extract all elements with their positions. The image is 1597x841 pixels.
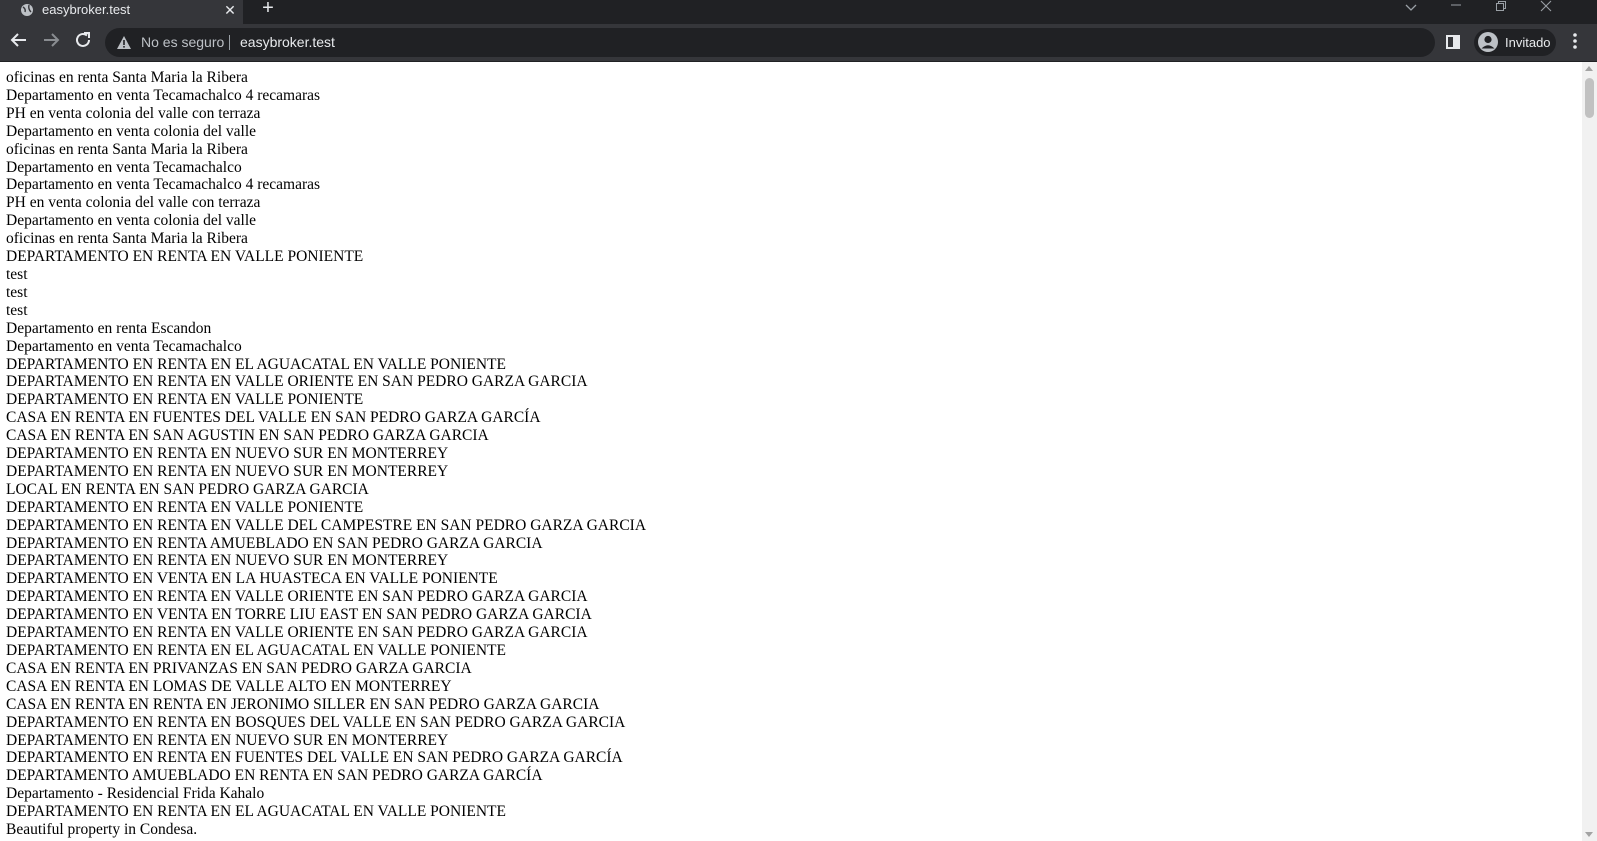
property-title: DEPARTAMENTO EN RENTA EN NUEVO SUR EN MO… [6, 552, 449, 570]
property-title: DEPARTAMENTO EN RENTA EN FUENTES DEL VAL… [6, 749, 623, 767]
property-title: CASA EN RENTA EN SAN AGUSTIN EN SAN PEDR… [6, 427, 489, 445]
property-title: PH en venta colonia del valle con terraz… [6, 104, 261, 122]
new-tab-button[interactable]: + [259, 0, 277, 18]
property-title: oficinas en renta Santa Maria la Ribera [6, 69, 248, 86]
property-title: PH en venta colonia del valle con terraz… [6, 194, 261, 212]
property-list: oficinas en renta Santa Maria la Ribera D… [6, 69, 646, 839]
property-title: Departamento en venta colonia del valle [6, 212, 257, 230]
property-title: DEPARTAMENTO AMUEBLADO EN RENTA EN SAN P… [6, 767, 543, 785]
close-window-icon[interactable] [1539, 0, 1553, 20]
property-title: Departamento en venta Tecamachalco 4 rec… [6, 86, 321, 104]
scroll-up-icon[interactable] [1585, 66, 1593, 71]
address-separator [229, 35, 230, 50]
property-title: DEPARTAMENTO EN RENTA EN EL AGUACATAL EN… [6, 803, 506, 821]
property-title: DEPARTAMENTO EN RENTA EN EL AGUACATAL EN… [6, 355, 506, 373]
property-title: DEPARTAMENTO EN RENTA EN BOSQUES DEL VAL… [6, 713, 626, 731]
property-title: Departamento en venta Tecamachalco 4 rec… [6, 176, 321, 194]
profile-button[interactable]: Invitado [1474, 29, 1556, 56]
property-title: DEPARTAMENTO EN VENTA EN TORRE LIU EAST … [6, 606, 592, 624]
globe-icon [19, 3, 35, 19]
property-title: Departamento en venta Tecamachalco [6, 158, 242, 176]
property-title: Departamento en renta Escandon [6, 319, 212, 337]
tab-title: easybroker.test [42, 2, 131, 17]
property-title: CASA EN RENTA EN PRIVANZAS EN SAN PEDRO … [6, 659, 472, 677]
kebab-menu-icon[interactable] [1566, 32, 1584, 54]
property-title: DEPARTAMENTO EN RENTA EN VALLE PONIENTE [6, 248, 364, 266]
close-tab-icon[interactable]: ✕ [222, 1, 238, 19]
url-text[interactable]: easybroker.test [240, 34, 335, 51]
property-title: DEPARTAMENTO EN RENTA EN VALLE PONIENTE [6, 391, 364, 409]
address-bar[interactable]: No es seguro easybroker.test [105, 28, 1435, 57]
property-title: Departamento en venta Tecamachalco [6, 337, 242, 355]
property-title: DEPARTAMENTO EN RENTA EN NUEVO SUR EN MO… [6, 445, 449, 463]
tab-strip: easybroker.test ✕ + [0, 0, 1597, 24]
scroll-down-icon[interactable] [1585, 832, 1593, 837]
property-title: CASA EN RENTA EN FUENTES DEL VALLE EN SA… [6, 409, 541, 427]
minimize-icon[interactable] [1449, 0, 1463, 20]
property-title: oficinas en renta Santa Maria la Ribera [6, 140, 248, 158]
property-title: Departamento en venta colonia del valle [6, 122, 257, 140]
reload-icon[interactable] [72, 31, 94, 53]
side-panel-icon[interactable] [1446, 35, 1460, 49]
vertical-scrollbar[interactable] [1582, 62, 1597, 841]
profile-label: Invitado [1505, 35, 1551, 50]
warning-triangle-icon[interactable] [116, 35, 132, 50]
property-title: oficinas en renta Santa Maria la Ribera [6, 230, 248, 248]
property-title: test [6, 301, 28, 319]
property-title: Beautiful property in Condesa. [6, 821, 198, 839]
property-title: DEPARTAMENTO EN RENTA EN VALLE ORIENTE E… [6, 624, 588, 642]
property-title: test [6, 265, 28, 283]
tab-search-icon[interactable] [1404, 2, 1418, 22]
property-title: DEPARTAMENTO EN RENTA EN VALLE DEL CAMPE… [6, 516, 647, 534]
property-title: Departamento - Residencial Frida Kahalo [6, 785, 265, 803]
property-title: CASA EN RENTA EN LOMAS DE VALLE ALTO EN … [6, 677, 452, 695]
property-title: DEPARTAMENTO EN RENTA EN EL AGUACATAL EN… [6, 642, 506, 659]
person-icon [1477, 31, 1499, 53]
property-title: DEPARTAMENTO EN RENTA EN VALLE ORIENTE E… [6, 373, 588, 391]
browser-toolbar: No es seguro easybroker.test Invitado [0, 24, 1597, 62]
property-title: test [6, 283, 28, 301]
property-title: DEPARTAMENTO EN RENTA EN VALLE ORIENTE E… [6, 588, 588, 606]
browser-tab[interactable]: easybroker.test ✕ [0, 0, 243, 24]
page-viewport: oficinas en renta Santa Maria la Ribera D… [0, 62, 1582, 841]
property-title: DEPARTAMENTO EN VENTA EN LA HUASTECA EN … [6, 570, 498, 588]
arrow-left-icon[interactable] [8, 31, 30, 53]
arrow-right-icon[interactable] [40, 31, 62, 53]
scrollbar-thumb[interactable] [1585, 78, 1594, 118]
property-title: DEPARTAMENTO EN RENTA EN NUEVO SUR EN MO… [6, 462, 449, 480]
property-title: DEPARTAMENTO EN RENTA EN NUEVO SUR EN MO… [6, 731, 449, 749]
property-title: CASA EN RENTA EN RENTA EN JERONIMO SILLE… [6, 695, 600, 713]
security-status-text[interactable]: No es seguro [141, 34, 224, 51]
restore-icon[interactable] [1494, 0, 1508, 20]
property-title: DEPARTAMENTO EN RENTA EN VALLE PONIENTE [6, 498, 364, 516]
property-title: DEPARTAMENTO EN RENTA AMUEBLADO EN SAN P… [6, 534, 543, 552]
property-title: LOCAL EN RENTA EN SAN PEDRO GARZA GARCIA [6, 480, 369, 498]
